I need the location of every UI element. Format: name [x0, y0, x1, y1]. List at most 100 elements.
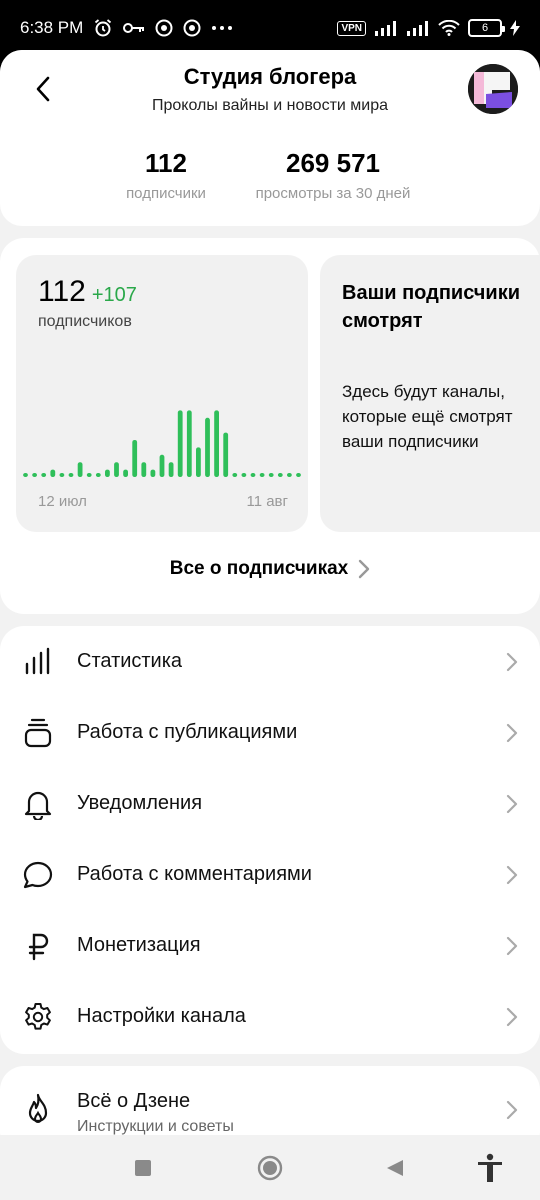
menu-item-publications[interactable]: Работа с публикациями — [0, 697, 540, 768]
subscribers-chart-tile[interactable]: 112 +107 подписчиков 12 июл 11 авг — [16, 255, 308, 532]
zen-subtitle: Инструкции и советы — [77, 1118, 234, 1135]
info-text: Здесь будут каналы, которые ещё смотрят … — [342, 382, 513, 451]
menu-item-channel-settings[interactable]: Настройки канала — [0, 981, 540, 1052]
chart-bar — [196, 447, 201, 477]
menu-item-statistics[interactable]: Статистика — [0, 626, 540, 697]
chart-bar — [77, 462, 83, 477]
chevron-right-icon — [506, 652, 520, 672]
chart-delta: +107 — [91, 284, 137, 306]
zen-help-card[interactable]: Всё о Дзене Инструкции и советы — [0, 1066, 540, 1140]
all-subscribers-label: Все о подписчиках — [169, 558, 349, 579]
system-nav-bar — [0, 1135, 540, 1200]
more-dots-icon — [211, 25, 233, 31]
battery-indicator: 6 — [468, 19, 505, 37]
subscribers-stat: 112 подписчики — [106, 148, 226, 202]
chart-label: подписчиков — [38, 313, 132, 330]
vpn-badge: VPN — [337, 20, 366, 36]
chart-bar — [205, 417, 210, 477]
chart-bar — [232, 473, 238, 477]
comment-bubble-icon — [22, 859, 54, 891]
channel-name: Проколы вайны и новости мира — [151, 97, 389, 114]
chart-bar — [141, 462, 147, 477]
chart-bar — [132, 440, 138, 477]
avatar[interactable] — [468, 64, 518, 114]
publications-icon — [22, 717, 54, 749]
menu-label: Статистика — [77, 650, 183, 672]
chevron-right-icon — [506, 794, 520, 814]
chart-bar — [50, 469, 56, 477]
chart-bar — [59, 473, 65, 477]
menu-label: Монетизация — [77, 934, 201, 956]
signal-icon — [374, 20, 398, 36]
chrome-icon — [183, 19, 201, 37]
header-card: Студия блогера Проколы вайны и новости м… — [0, 50, 540, 226]
home-circle-icon[interactable] — [255, 1153, 285, 1183]
square-icon[interactable] — [128, 1153, 158, 1183]
chart-bar — [259, 473, 265, 477]
views-label: просмотры за 30 дней — [255, 185, 411, 202]
views-stat: 269 571 просмотры за 30 дней — [236, 148, 430, 202]
all-subscribers-link[interactable]: Все о подписчиках — [0, 558, 540, 580]
chart-bar — [95, 473, 101, 477]
subscribers-bar-chart — [23, 410, 301, 477]
chevron-right-icon — [506, 1100, 520, 1120]
chart-bar — [277, 473, 283, 477]
page-title: Студия блогера — [183, 64, 357, 89]
menu-label: Уведомления — [77, 792, 203, 814]
subscribers-card: 112 +107 подписчиков 12 июл 11 авг Ваши п… — [0, 238, 540, 614]
chart-bar — [68, 473, 74, 477]
chevron-right-icon — [506, 936, 520, 956]
chart-bar — [123, 469, 128, 477]
chart-bar — [296, 473, 301, 477]
chrome-icon — [155, 19, 173, 37]
menu-label: Настройки канала — [77, 1005, 246, 1027]
alarm-icon — [93, 18, 113, 38]
menu-label: Работа с публикациями — [77, 721, 298, 743]
chevron-right-icon — [506, 865, 520, 885]
bar-chart-icon — [22, 646, 54, 678]
signal-icon — [406, 20, 430, 36]
gear-icon — [22, 1001, 54, 1033]
chart-bar — [223, 432, 229, 477]
menu-item-notifications[interactable]: Уведомления — [0, 768, 540, 839]
chart-bar — [105, 469, 110, 477]
chart-x-end: 11 авг — [246, 493, 288, 510]
chart-bar — [114, 462, 119, 477]
menu-item-monetization[interactable]: Монетизация — [0, 910, 540, 981]
chart-x-start: 12 июл — [38, 493, 87, 510]
bell-icon — [22, 788, 54, 820]
zen-title: Всё о Дзене — [77, 1090, 191, 1112]
menu-card: Статистика Работа с публикациями Уведомл… — [0, 626, 540, 1054]
chart-total: 112 +107 — [38, 275, 137, 309]
views-count: 269 571 — [286, 148, 380, 178]
chart-bar — [177, 410, 183, 477]
chart-bar — [287, 473, 292, 477]
chart-bar — [214, 410, 219, 477]
chart-bar — [186, 410, 192, 477]
charging-icon — [510, 20, 520, 36]
subscribers-label: подписчики — [126, 185, 206, 202]
chevron-right-icon — [506, 1007, 520, 1027]
flame-icon — [22, 1093, 54, 1126]
menu-label: Работа с комментариями — [77, 863, 312, 885]
subscribers-count: 112 — [145, 148, 187, 178]
back-triangle-icon[interactable] — [380, 1153, 410, 1183]
chart-total-value: 112 — [38, 275, 86, 308]
chart-bar — [168, 462, 174, 477]
status-time: 6:38 PM — [20, 18, 84, 37]
key-icon — [123, 21, 145, 35]
chart-bar — [86, 473, 92, 477]
ruble-icon — [22, 930, 54, 962]
chevron-right-icon — [359, 559, 370, 579]
wifi-icon — [438, 20, 460, 36]
chart-bar — [241, 473, 247, 477]
chart-bar — [159, 454, 165, 477]
chart-bar — [150, 469, 156, 477]
info-title: Ваши подписчики смотрят — [342, 282, 521, 332]
chart-bar — [32, 473, 37, 477]
chart-bar — [23, 473, 28, 477]
menu-item-comments[interactable]: Работа с комментариями — [0, 839, 540, 910]
accessibility-icon[interactable] — [475, 1153, 505, 1183]
status-bar: 6:38 PM VPN 6 — [0, 0, 540, 56]
subscribers-watch-tile[interactable]: Ваши подписчики смотрят Здесь будут кана… — [320, 255, 540, 532]
